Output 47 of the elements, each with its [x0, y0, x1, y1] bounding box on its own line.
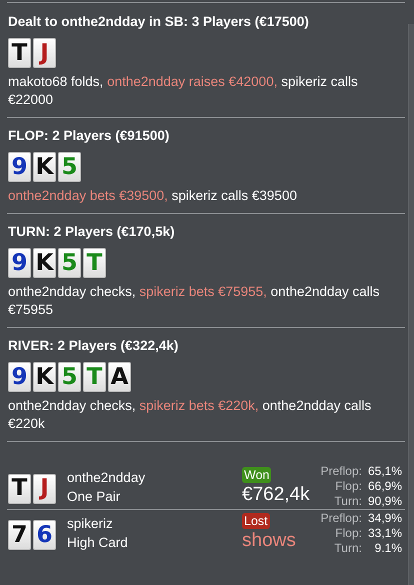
hand-rank: High Card	[67, 534, 129, 552]
equity-value: 90,9%	[368, 494, 402, 509]
equity-value: 66,9%	[368, 479, 402, 494]
equity-value: 65,1%	[368, 464, 402, 479]
playing-card: K	[33, 152, 56, 182]
playing-card: 9	[8, 248, 31, 278]
playing-card: K	[33, 362, 56, 392]
playing-card: J	[33, 38, 56, 68]
result-amount: shows	[242, 529, 296, 553]
playing-card: J	[33, 474, 56, 504]
playing-card: 5	[58, 152, 81, 182]
action-text: makoto68 folds, onthe2ndday raises €42000, spikeriz calls €22000	[8, 73, 359, 109]
equity-label: Preflop:	[320, 464, 362, 479]
action-text: onthe2ndday bets €39500, spikeriz calls €39500	[8, 187, 298, 205]
hand-rank: One Pair	[67, 488, 122, 506]
playing-card: T	[83, 362, 106, 392]
playing-card: 7	[8, 520, 31, 550]
playing-card: 5	[58, 248, 81, 278]
equity-label: Preflop:	[320, 510, 362, 526]
result-badge: Lost	[242, 513, 270, 529]
street-heading: FLOP: 2 Players (€91500)	[8, 127, 170, 145]
playing-card: A	[108, 362, 131, 392]
equity-value: 9.1%	[374, 540, 402, 556]
playing-card: T	[8, 38, 31, 68]
equity-value: 33,1%	[368, 526, 402, 540]
result-amount: €762,4k	[242, 482, 310, 506]
playing-card: 9	[8, 362, 31, 392]
equity-label: Flop:	[334, 526, 362, 540]
equity-label: Turn:	[333, 494, 362, 509]
street-heading: Dealt to onthe2ndday in SB: 3 Players (€17500)	[8, 13, 310, 31]
playing-card: 6	[33, 520, 56, 550]
street-heading: TURN: 2 Players (€170,5k)	[8, 223, 176, 241]
player-name: spikeriz	[67, 515, 114, 533]
equity-value: 34,9%	[368, 510, 402, 526]
equity-label: Flop:	[334, 479, 362, 494]
scrollbar[interactable]	[408, 24, 414, 585]
player-name: onthe2ndday	[67, 468, 146, 486]
playing-card: K	[33, 248, 56, 278]
street-heading: RIVER: 2 Players (€322,4k)	[8, 337, 180, 355]
result-badge: Won	[242, 466, 272, 482]
action-text: onthe2ndday checks, spikeriz bets €75955, onthe2ndday calls €75955	[8, 283, 381, 319]
action-text: onthe2ndday checks, spikeriz bets €220k, onthe2ndday calls €220k	[8, 397, 372, 433]
equity-label: Turn:	[333, 540, 362, 556]
playing-card: 5	[58, 362, 81, 392]
playing-card: 9	[8, 152, 31, 182]
playing-card: T	[8, 474, 31, 504]
playing-card: T	[83, 248, 106, 278]
